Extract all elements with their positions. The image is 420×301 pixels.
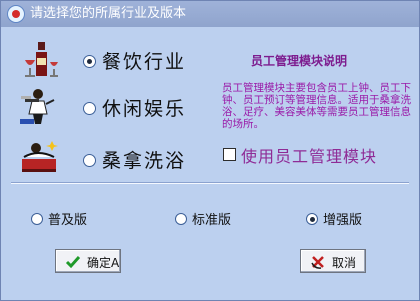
radio-edition-enhanced[interactable] bbox=[306, 213, 318, 225]
edition-label-basic[interactable]: 普及版 bbox=[48, 209, 87, 228]
cancel-icon bbox=[311, 256, 324, 269]
waiter-icon bbox=[20, 89, 55, 124]
bath-icon bbox=[22, 141, 58, 172]
wine-dining-icon bbox=[25, 42, 58, 77]
edition-label-standard[interactable]: 标准版 bbox=[192, 209, 231, 228]
industry-option-sauna[interactable]: 桑拿洗浴 bbox=[4, 135, 204, 175]
info-title: 员工管理模块说明 bbox=[251, 54, 348, 68]
info-description: 员工管理模块主要包含员工上钟、员工下钟、员工预订等管理信息。适用于桑拿洗浴、足疗… bbox=[222, 82, 411, 130]
radio-leisure[interactable] bbox=[83, 102, 96, 115]
industry-option-dining[interactable]: 餐饮行业 bbox=[4, 40, 204, 80]
industry-option-leisure[interactable]: 休闲娱乐 bbox=[4, 86, 204, 126]
radio-sauna[interactable] bbox=[83, 154, 96, 167]
title-bar: 请选择您的所属行业及版本 bbox=[1, 1, 419, 27]
edition-label-enhanced[interactable]: 增强版 bbox=[323, 209, 362, 228]
separator bbox=[11, 182, 409, 184]
industry-label-leisure: 休闲娱乐 bbox=[102, 98, 187, 120]
cancel-button[interactable]: 取消 bbox=[300, 249, 366, 273]
industry-label-dining: 餐饮行业 bbox=[102, 51, 187, 73]
cancel-button-label: 取消 bbox=[332, 256, 357, 270]
employee-module-checkbox[interactable] bbox=[223, 148, 236, 161]
checkmark-icon bbox=[65, 256, 81, 269]
radio-edition-standard[interactable] bbox=[175, 213, 187, 225]
ok-button[interactable]: 确定A bbox=[55, 249, 121, 273]
radio-dining[interactable] bbox=[83, 55, 96, 68]
window-title: 请选择您的所属行业及版本 bbox=[30, 6, 187, 21]
dialog-content: 餐饮行业 休闲娱乐 桑拿洗浴 员工管理模块说明 员工管理模块主要包含员工上钟、员… bbox=[4, 30, 416, 298]
employee-module-label[interactable]: 使用员工管理模块 bbox=[241, 143, 377, 167]
industry-label-sauna: 桑拿洗浴 bbox=[102, 150, 187, 172]
radio-edition-basic[interactable] bbox=[31, 213, 43, 225]
ok-button-label: 确定A bbox=[87, 256, 120, 270]
industry-version-dialog: 请选择您的所属行业及版本 餐饮行业 休闲娱乐 桑拿洗浴 员工管理模块说明 员工管… bbox=[0, 0, 420, 301]
app-icon bbox=[7, 5, 25, 23]
